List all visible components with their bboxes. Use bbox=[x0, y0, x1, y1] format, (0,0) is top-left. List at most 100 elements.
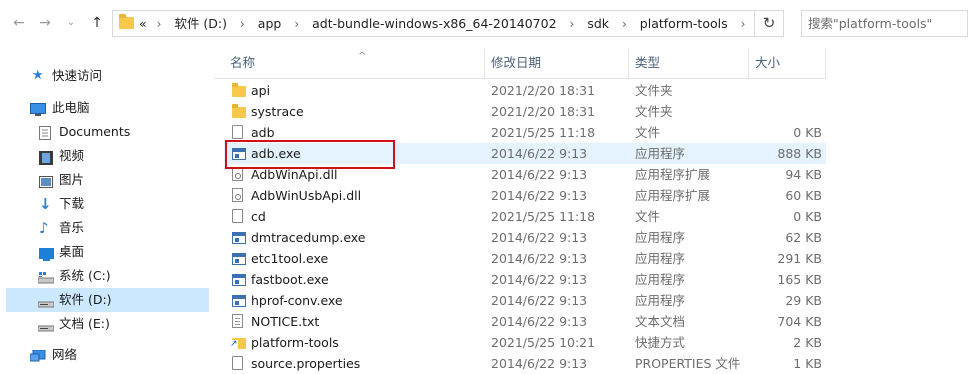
column-header-name[interactable]: 名称 ^ bbox=[224, 48, 485, 78]
file-list: 名称 ^ 修改日期 类型 大小 api 2021/2/20 18:31 文件夹 … bbox=[214, 48, 968, 371]
column-header-label: 类型 bbox=[635, 55, 661, 70]
file-size: 94 KB bbox=[785, 167, 822, 182]
file-name: NOTICE.txt bbox=[251, 314, 320, 329]
file-row[interactable]: systrace 2021/2/20 18:31 文件夹 bbox=[224, 101, 826, 122]
sidebar-item-label: 视频 bbox=[59, 148, 85, 163]
sidebar-item-drive-d[interactable]: 软件 (D:) bbox=[6, 288, 209, 312]
dll-icon bbox=[232, 167, 243, 181]
breadcrumb: « › 软件 (D:) › app › adt-bundle-windows-x… bbox=[139, 11, 754, 36]
sidebar-item-downloads[interactable]: ↓ 下载 bbox=[6, 192, 209, 216]
file-name: systrace bbox=[251, 104, 304, 119]
folder-icon bbox=[232, 104, 246, 118]
sidebar-item-label: 软件 (D:) bbox=[59, 292, 112, 307]
sidebar-item-label: 桌面 bbox=[59, 244, 85, 259]
sidebar-item-quick-access[interactable]: ★ 快速访问 bbox=[6, 64, 209, 88]
file-type: 文件 bbox=[635, 209, 661, 224]
breadcrumb-sep: › bbox=[156, 17, 162, 31]
sort-ascending-icon: ^ bbox=[358, 51, 367, 62]
pictures-icon bbox=[39, 173, 53, 188]
breadcrumb-item[interactable]: 软件 (D:) bbox=[174, 11, 227, 36]
sidebar-item-pictures[interactable]: 图片 bbox=[6, 168, 209, 192]
search-input[interactable]: 搜索"platform-tools" bbox=[801, 10, 968, 37]
drive-icon bbox=[37, 293, 55, 308]
refresh-button[interactable]: ↻ bbox=[754, 10, 784, 37]
exe-icon bbox=[232, 295, 246, 307]
file-size: 888 KB bbox=[777, 146, 822, 161]
dll-icon bbox=[232, 188, 243, 202]
music-icon: ♪ bbox=[39, 219, 49, 237]
sidebar-item-this-pc[interactable]: 此电脑 bbox=[6, 96, 209, 120]
sidebar-item-label: 文档 (E:) bbox=[59, 316, 110, 331]
drive-icon bbox=[37, 317, 55, 332]
breadcrumb-item[interactable]: sdk bbox=[587, 11, 609, 36]
column-header-label: 大小 bbox=[755, 55, 781, 70]
annotation-highlight-box bbox=[225, 140, 395, 169]
sidebar-item-documents[interactable]: Documents bbox=[6, 120, 209, 144]
file-row[interactable]: api 2021/2/20 18:31 文件夹 bbox=[224, 80, 826, 101]
file-type: 应用程序 bbox=[635, 146, 686, 161]
arrow-up-icon[interactable]: ↑ bbox=[88, 14, 106, 32]
column-header-date[interactable]: 修改日期 bbox=[485, 48, 629, 78]
file-row[interactable]: AdbWinUsbApi.dll 2014/6/22 9:13 应用程序扩展 6… bbox=[224, 185, 826, 206]
sidebar-item-videos[interactable]: 视频 bbox=[6, 144, 209, 168]
file-name: dmtracedump.exe bbox=[251, 230, 366, 245]
file-type: 快捷方式 bbox=[635, 335, 686, 350]
file-row[interactable]: cd 2021/5/25 11:18 文件 0 KB bbox=[224, 206, 826, 227]
network-icon bbox=[29, 348, 46, 362]
file-row[interactable]: hprof-conv.exe 2014/6/22 9:13 应用程序 29 KB bbox=[224, 290, 826, 311]
file-size: 0 KB bbox=[793, 209, 822, 224]
column-header-type[interactable]: 类型 bbox=[629, 48, 749, 78]
file-type: 应用程序 bbox=[635, 293, 686, 308]
file-type: 应用程序 bbox=[635, 230, 686, 245]
file-size: 62 KB bbox=[785, 230, 822, 245]
file-name: hprof-conv.exe bbox=[251, 293, 343, 308]
navigation-pane: ★ 快速访问 此电脑 Documents 视频 图片 ↓ 下载 ♪ 音乐 桌面 … bbox=[0, 48, 214, 364]
file-name: AdbWinUsbApi.dll bbox=[251, 188, 362, 203]
file-row[interactable]: fastboot.exe 2014/6/22 9:13 应用程序 165 KB bbox=[224, 269, 826, 290]
file-type: 文件 bbox=[635, 125, 661, 140]
file-type: 应用程序 bbox=[635, 272, 686, 287]
file-icon bbox=[232, 356, 243, 370]
sidebar-item-label: 此电脑 bbox=[52, 100, 90, 115]
breadcrumb-item[interactable]: platform-tools bbox=[640, 11, 728, 36]
breadcrumb-sep: › bbox=[240, 17, 245, 31]
column-header-size[interactable]: 大小 bbox=[749, 48, 826, 78]
file-row[interactable]: dmtracedump.exe 2014/6/22 9:13 应用程序 62 K… bbox=[224, 227, 826, 248]
chevron-down-icon[interactable]: ⌄ bbox=[62, 14, 80, 32]
file-date: 2014/6/22 9:13 bbox=[491, 230, 588, 245]
column-header-label: 修改日期 bbox=[491, 55, 542, 70]
sidebar-item-music[interactable]: ♪ 音乐 bbox=[6, 216, 209, 240]
file-date: 2021/5/25 11:18 bbox=[491, 125, 596, 140]
address-bar[interactable]: « › 软件 (D:) › app › adt-bundle-windows-x… bbox=[112, 10, 784, 37]
sidebar-item-label: Documents bbox=[59, 124, 131, 139]
file-size: 291 KB bbox=[777, 251, 822, 266]
breadcrumb-sep: › bbox=[294, 17, 300, 31]
file-size: 704 KB bbox=[777, 314, 822, 329]
sidebar-item-desktop[interactable]: 桌面 bbox=[6, 240, 209, 264]
file-name: etc1tool.exe bbox=[251, 251, 329, 266]
file-row[interactable]: NOTICE.txt 2014/6/22 9:13 文本文档 704 KB bbox=[224, 311, 826, 332]
file-row[interactable]: etc1tool.exe 2014/6/22 9:13 应用程序 291 KB bbox=[224, 248, 826, 269]
breadcrumb-sep: › bbox=[569, 17, 575, 31]
sidebar-item-drive-c[interactable]: 系统 (C:) bbox=[6, 264, 209, 288]
computer-icon bbox=[30, 101, 46, 116]
sidebar-item-network[interactable]: 网络 bbox=[6, 343, 209, 367]
file-size: 165 KB bbox=[777, 272, 822, 287]
file-date: 2014/6/22 9:13 bbox=[491, 251, 588, 266]
sidebar-item-drive-e[interactable]: 文档 (E:) bbox=[6, 312, 209, 336]
download-icon: ↓ bbox=[39, 195, 52, 213]
breadcrumb-item[interactable]: adt-bundle-windows-x86_64-20140702 bbox=[312, 11, 556, 36]
arrow-right-icon[interactable]: → bbox=[36, 14, 54, 32]
exe-icon bbox=[232, 253, 246, 265]
arrow-left-icon[interactable]: ← bbox=[10, 14, 28, 32]
file-date: 2021/2/20 18:31 bbox=[491, 83, 596, 98]
file-size: 29 KB bbox=[785, 293, 822, 308]
file-date: 2014/6/22 9:13 bbox=[491, 188, 588, 203]
file-row[interactable]: platform-tools 2021/5/25 10:21 快捷方式 2 KB bbox=[224, 332, 826, 353]
breadcrumb-item[interactable]: app bbox=[258, 11, 282, 36]
breadcrumb-overflow[interactable]: « bbox=[139, 11, 147, 36]
file-size: 0 KB bbox=[793, 125, 822, 140]
exe-icon bbox=[232, 232, 246, 244]
file-type: 文件夹 bbox=[635, 104, 673, 119]
folder-icon bbox=[232, 83, 246, 97]
